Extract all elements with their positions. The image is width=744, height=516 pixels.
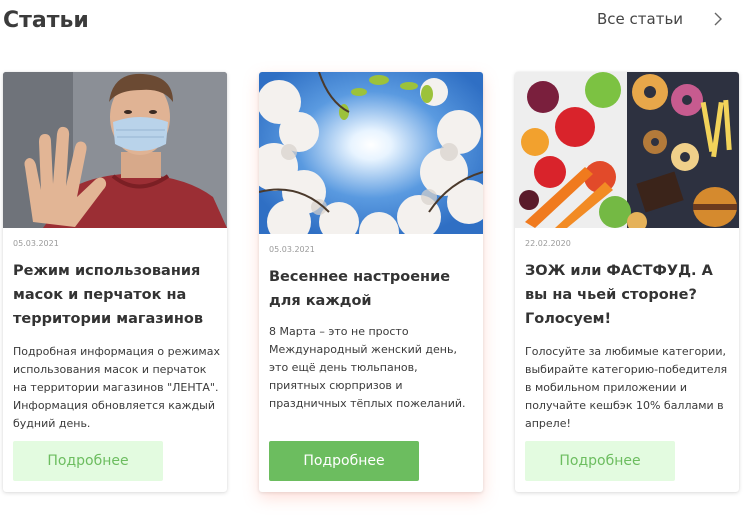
article-card-healthy-vs-fastfood[interactable]: 22.02.2020 ЗОЖ или ФАСТФУД. А вы на чьей… <box>515 72 739 492</box>
article-title[interactable]: ЗОЖ или ФАСТФУД. А вы на чьей стороне? Г… <box>525 259 730 331</box>
article-date: 05.03.2021 <box>269 245 315 254</box>
article-image-blossom-sky[interactable] <box>259 72 483 234</box>
article-date: 22.02.2020 <box>525 239 571 248</box>
more-button[interactable]: Подробнее <box>525 441 675 481</box>
article-image-food[interactable] <box>515 72 739 228</box>
more-button[interactable]: Подробнее <box>13 441 163 481</box>
chevron-right-icon[interactable] <box>710 11 726 27</box>
article-title[interactable]: Режим использования масок и перчаток на … <box>13 259 218 331</box>
article-description: 8 Марта – это не просто Международный же… <box>269 325 466 410</box>
article-description: Подробная информация о режимах использов… <box>13 345 220 430</box>
more-button[interactable]: Подробнее <box>269 441 419 481</box>
article-image-mask-man[interactable] <box>3 72 227 228</box>
article-card-masks[interactable]: 05.03.2021 Режим использования масок и п… <box>3 72 227 492</box>
all-articles-link[interactable]: Все статьи <box>597 10 683 28</box>
page-title: Статьи <box>3 8 89 33</box>
article-card-spring[interactable]: 05.03.2021 Весеннее настроение для каждо… <box>259 72 483 492</box>
article-description: Голосуйте за любимые категории, выбирайт… <box>525 345 728 430</box>
article-title[interactable]: Весеннее настроение для каждой <box>269 265 474 313</box>
article-date: 05.03.2021 <box>13 239 59 248</box>
section-header: Статьи Все статьи <box>0 0 744 50</box>
